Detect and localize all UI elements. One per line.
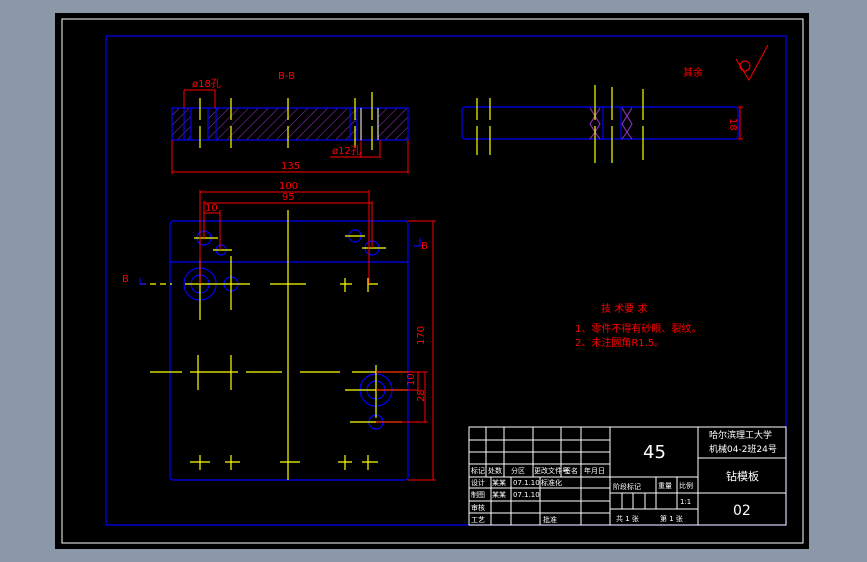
class: 机械04-2班24号 xyxy=(709,443,777,455)
section-mark-left: B xyxy=(122,274,129,285)
drawing-text: 处数 xyxy=(488,466,502,475)
section-title: B-B xyxy=(278,71,295,82)
tech-item-1: 1、零件不得有砂眼、裂纹。 xyxy=(575,322,701,335)
hole-dim-b: ø12孔 xyxy=(332,145,361,157)
drawing-number: 02 xyxy=(733,503,751,519)
tech-title: 技 术要 求 xyxy=(601,302,647,315)
material: 45 xyxy=(643,442,666,463)
cad-drawing-canvas[interactable]: B-B ø18孔 ø12孔 135 18 其余 100 95 10 170 10… xyxy=(0,0,867,562)
revision-headers: 标记 处数 分区 更改文件号 签名 年月日 xyxy=(471,466,605,475)
drawing-text: 标记 xyxy=(471,466,485,475)
drawing-text: 批准 xyxy=(543,515,557,524)
part-name: 钻模板 xyxy=(726,469,759,483)
hole-dim-a: ø18孔 xyxy=(192,78,221,90)
roughness-label: 其余 xyxy=(683,66,703,79)
school: 哈尔滨理工大学 xyxy=(709,429,772,441)
drawing-text: 标准化 xyxy=(541,478,562,487)
drawing-text: 某某 xyxy=(492,479,506,487)
stage-label: 阶段标记 xyxy=(613,482,641,491)
dim-170: 170 xyxy=(416,326,427,345)
drawing-geometry xyxy=(357,108,378,140)
drawing-text: 07.1.10 xyxy=(513,479,540,487)
model-space xyxy=(55,13,809,549)
drawing-text: 某某 xyxy=(492,491,506,499)
drawing-text: 07.1.10 xyxy=(513,491,540,499)
dim-95: 95 xyxy=(282,192,295,203)
drawing-text: 签名 xyxy=(564,466,578,475)
dim-10-right: 10 xyxy=(406,373,417,386)
length-dim: 135 xyxy=(281,161,300,172)
drawing-text: 分区 xyxy=(511,466,525,475)
drawing-text: 设计 xyxy=(471,478,485,487)
scale: 1:1 xyxy=(680,498,691,506)
tech-item-2: 2、未注圆角R1.5。 xyxy=(575,336,664,349)
dim-10-top: 10 xyxy=(205,203,218,214)
sheets-total: 共 1 张 xyxy=(616,514,639,523)
scale-label: 比例 xyxy=(679,481,693,490)
thickness-dim: 18 xyxy=(727,118,738,131)
dim-100: 100 xyxy=(279,181,298,192)
weight-label: 重量 xyxy=(658,482,672,490)
section-mark-right: B xyxy=(421,241,428,252)
sheet-no: 第 1 张 xyxy=(660,514,683,523)
drawing-text: 工艺 xyxy=(471,516,485,524)
dim-28: 28 xyxy=(416,389,427,402)
drawing-text: 制图 xyxy=(471,490,485,499)
drawing-text: 审核 xyxy=(471,503,485,512)
drawing-text: 年月日 xyxy=(584,466,605,475)
